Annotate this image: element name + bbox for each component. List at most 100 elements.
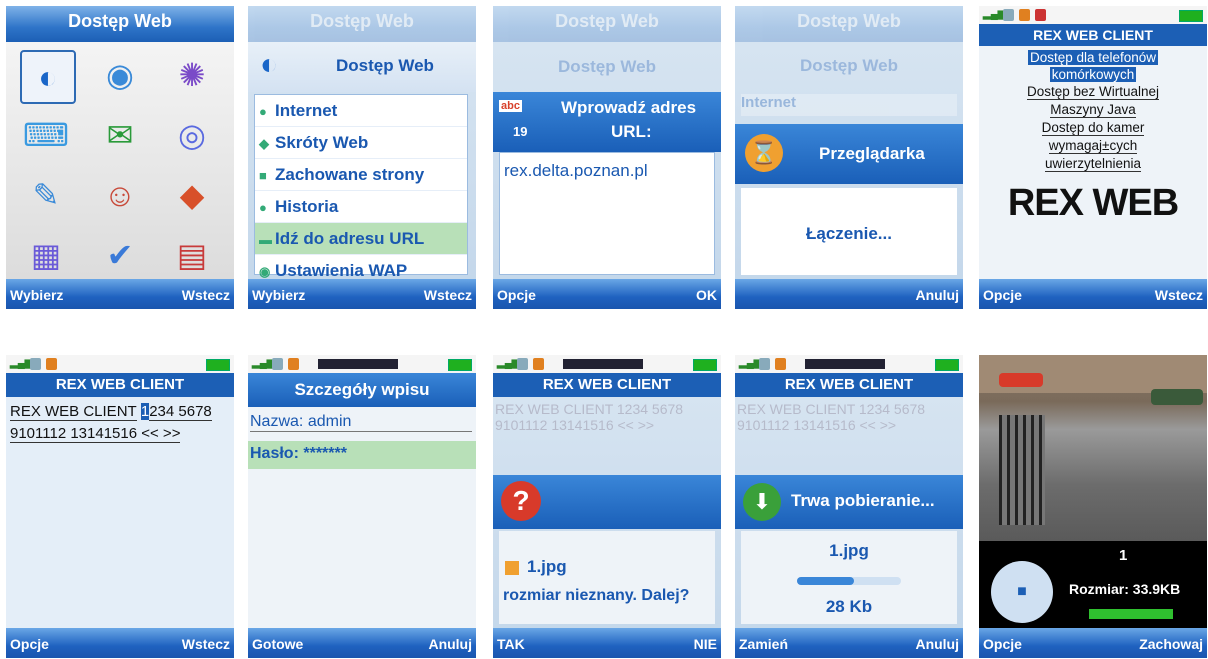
settings-icon[interactable]: ✔ — [94, 230, 146, 280]
right-softkey[interactable]: Zachowaj — [1139, 636, 1203, 652]
screen-rex-home: ▂▄▆ REX WEB CLIENT Dostęp dla telefonów … — [979, 6, 1207, 309]
left-softkey[interactable]: Opcje — [10, 636, 49, 652]
battery-icon — [448, 359, 472, 371]
softkeys: Gotowe Anuluj — [248, 628, 476, 658]
camera-line-2[interactable]: 9101112 13141516 << >> — [10, 425, 181, 443]
menu-item-history[interactable]: ● Historia — [255, 191, 467, 223]
screen-camera-image: ■ 1 Rozmiar: 33.9KB Opcje Zachowaj — [979, 355, 1207, 658]
dialog-body: Łączenie... — [741, 188, 957, 275]
calendar-icon[interactable]: ▦ — [20, 230, 72, 280]
dialog-header: ⌛ Przeglądarka — [735, 124, 963, 184]
link-camera-access[interactable]: Dostęp do kamer — [1041, 120, 1145, 136]
screen-enter-url: Dostęp Web Dostęp Web abc 19 Wprowadź ad… — [493, 6, 721, 309]
camera-line-1-rest[interactable]: 234 5678 — [149, 403, 212, 421]
globe-icon: ◐ — [260, 48, 279, 81]
gprs-icon — [775, 358, 786, 370]
password-field[interactable]: Hasło: ******* — [248, 441, 476, 469]
screen-downloading: ▂▄▆ REX WEB CLIENT REX WEB CLIENT 1234 5… — [735, 355, 963, 658]
url-value: rex.delta.poznan.pl — [504, 161, 648, 180]
load-progress — [1089, 609, 1173, 619]
faded-content: REX WEB CLIENT 1234 5678 9101112 1314151… — [737, 401, 926, 433]
right-softkey[interactable]: OK — [696, 287, 717, 303]
left-softkey[interactable]: Opcje — [983, 287, 1022, 303]
menu-item-internet[interactable]: ● Internet — [255, 95, 467, 127]
left-softkey[interactable]: Gotowe — [252, 636, 303, 652]
status-bar: ▂▄▆ — [493, 355, 721, 373]
screen-entry-details: ▂▄▆ Szczegóły wpisu Nazwa: admin Hasło: … — [248, 355, 476, 658]
dialog-title: Przeglądarka — [819, 144, 925, 163]
internet-icon: ● — [259, 104, 267, 119]
dialog-body: 1.jpg 28 Kb — [741, 531, 957, 624]
menu-item-saved-pages[interactable]: ■ Zachowane strony — [255, 159, 467, 191]
status-bar: ▂▄▆ — [248, 355, 476, 373]
selected-camera-link[interactable]: 1 — [140, 403, 150, 420]
camera-icon[interactable]: ◉ — [94, 50, 146, 100]
softkeys: Zamień Anuluj — [735, 628, 963, 658]
link-no-java[interactable]: Dostęp bez Wirtualnej — [1026, 84, 1160, 100]
screen-confirm-download: ▂▄▆ REX WEB CLIENT REX WEB CLIENT 1234 5… — [493, 355, 721, 658]
menu-item-go-to-url[interactable]: ▬ Idź do adresu URL — [255, 223, 467, 255]
battery-icon — [935, 359, 959, 371]
image-size: Rozmiar: 33.9KB — [1069, 581, 1181, 597]
green-car — [1151, 389, 1203, 405]
left-softkey[interactable]: Wybierz — [252, 287, 305, 303]
downloaded-size: 28 Kb — [825, 597, 873, 616]
file-name: 1.jpg — [829, 541, 869, 560]
status-bar: ▂▄▆ — [6, 355, 234, 373]
left-softkey[interactable]: Opcje — [497, 287, 536, 303]
prompt-line2: URL: — [611, 122, 652, 141]
link-no-java-2[interactable]: Maszyny Java — [1050, 102, 1136, 118]
no-softkey[interactable]: NIE — [694, 636, 717, 652]
password-value: ******* — [303, 445, 347, 462]
softkeys: Opcje OK — [493, 279, 721, 309]
menu-item-shortcuts[interactable]: ◆ Skróty Web — [255, 127, 467, 159]
link-camera-access-2[interactable]: wymagaj±cych — [1048, 138, 1138, 154]
faded-header: Dostęp Web — [800, 56, 898, 75]
right-softkey[interactable]: Anuluj — [915, 287, 959, 303]
link-camera-access-3[interactable]: uwierzytelnienia — [1044, 156, 1142, 172]
left-softkey[interactable]: Zamień — [739, 636, 788, 652]
connecting-message: Łączenie... — [806, 224, 892, 243]
history-icon: ● — [259, 200, 267, 215]
link-mobile-access[interactable]: Dostęp dla telefonów — [1027, 50, 1159, 65]
right-softkey[interactable]: Wstecz — [424, 287, 472, 303]
bookmark-icon[interactable]: ⌨ — [20, 110, 72, 160]
dialog-header: ⬇ Trwa pobieranie... — [735, 475, 963, 529]
faded-header: Dostęp Web — [558, 57, 656, 76]
username-value: admin — [307, 413, 352, 430]
status-icon — [30, 358, 41, 370]
right-softkey[interactable]: Wstecz — [1155, 287, 1203, 303]
username-field[interactable]: Nazwa: admin — [250, 413, 472, 432]
link-mobile-access-2[interactable]: komórkowych — [1049, 67, 1137, 82]
contacts-icon[interactable]: ☺ — [94, 170, 146, 220]
login-form: Nazwa: admin Hasło: ******* — [248, 407, 476, 628]
page-header: REX WEB CLIENT — [979, 24, 1207, 46]
url-input[interactable]: rex.delta.poznan.pl — [499, 152, 715, 275]
left-softkey[interactable]: Opcje — [983, 636, 1022, 652]
settings-gear-icon[interactable]: ✺ — [166, 50, 218, 100]
mail-icon[interactable]: ✉ — [94, 110, 146, 160]
right-softkey[interactable]: Anuluj — [428, 636, 472, 652]
right-softkey[interactable]: Wstecz — [182, 636, 230, 652]
download-progress — [797, 577, 901, 585]
internet-globe-icon[interactable]: ◐ — [20, 50, 76, 104]
yes-softkey[interactable]: TAK — [497, 636, 525, 652]
tools-icon[interactable]: ✎ — [20, 170, 72, 220]
gate — [999, 415, 1045, 525]
organizer-icon[interactable]: ▤ — [166, 230, 218, 280]
faded-item: Internet — [741, 94, 957, 116]
camera-line-1[interactable]: REX WEB CLIENT — [10, 403, 137, 421]
media-icon[interactable]: ◎ — [166, 110, 218, 160]
status-bar: ▂▄▆ — [735, 355, 963, 373]
camera-snapshot — [979, 355, 1207, 541]
left-softkey[interactable]: Wybierz — [10, 287, 63, 303]
gprs-icon — [533, 358, 544, 370]
right-softkey[interactable]: Anuluj — [915, 636, 959, 652]
save-disk-icon[interactable]: ■ — [991, 561, 1053, 623]
right-softkey[interactable]: Wstecz — [182, 287, 230, 303]
input-dialog-header: abc 19 Wprowadź adres URL: — [493, 92, 721, 152]
games-icon[interactable]: ◆ — [166, 170, 218, 220]
question-icon: ? — [501, 481, 541, 521]
screen-web-access-menu: Dostęp Web ◐ ◉ ✺ ⌨ ✉ ◎ ✎ ☺ ◆ ▦ ✔ ▤ Wybie… — [6, 6, 234, 309]
softkeys: TAK NIE — [493, 628, 721, 658]
